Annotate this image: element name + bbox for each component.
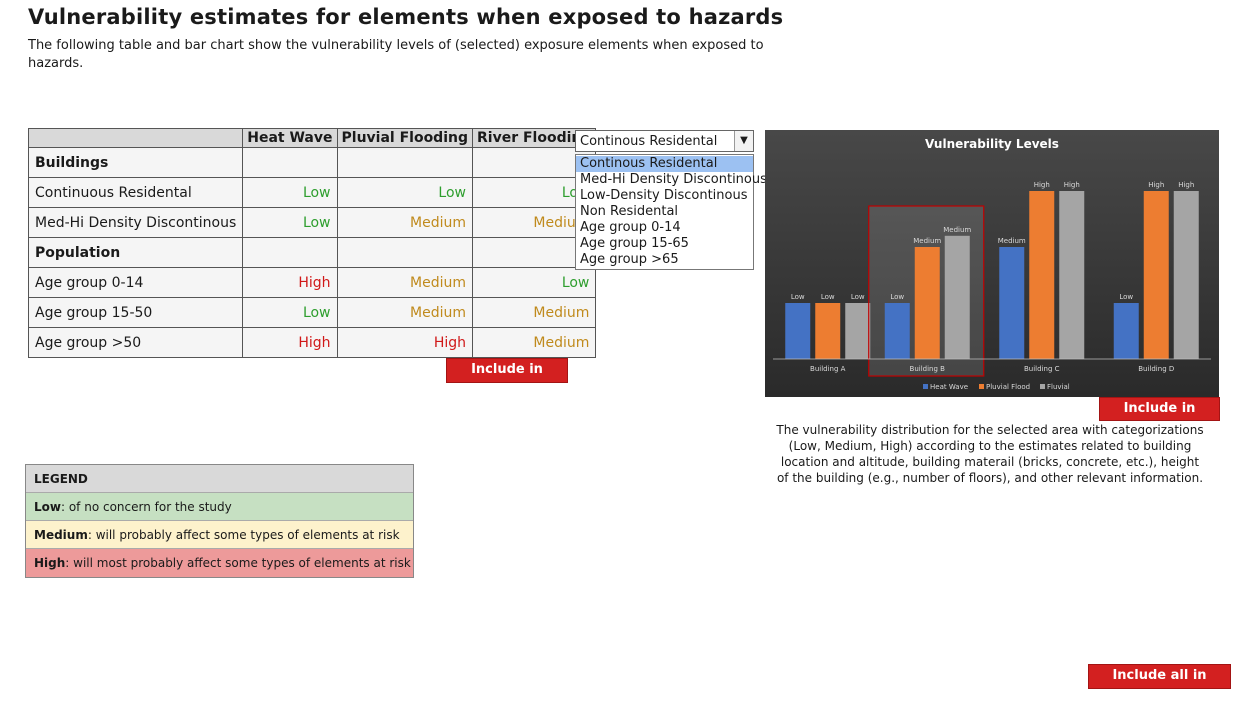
chart-title: Vulnerability Levels xyxy=(925,137,1059,151)
bar xyxy=(785,303,811,359)
bar xyxy=(815,303,841,359)
table-row: Age group 15-50 Low Medium Medium xyxy=(27,297,597,328)
bar xyxy=(1173,191,1199,359)
vulnerability-table: Heat Wave Pluvial Flooding River Floodin… xyxy=(27,128,597,358)
vulnerability-cell: Low xyxy=(471,267,597,298)
data-label: Low xyxy=(851,293,865,301)
legend-term-medium: Medium xyxy=(34,528,88,542)
vulnerability-cell: Low xyxy=(242,297,338,328)
row-label: Age group 0-14 xyxy=(27,267,244,298)
legend-text-low: : of no concern for the study xyxy=(60,500,232,514)
bar xyxy=(884,303,910,359)
category-label: Buildings xyxy=(27,147,244,178)
element-type-options: Continous Residental Med-Hi Density Disco… xyxy=(575,154,767,270)
vulnerability-cell: Low xyxy=(242,177,338,208)
data-label: Medium xyxy=(998,237,1026,245)
vulnerability-cell: Low xyxy=(242,207,338,238)
legend-swatch xyxy=(979,384,984,389)
vulnerability-cell xyxy=(242,147,338,178)
data-label: High xyxy=(1178,181,1194,189)
vulnerability-cell: Medium xyxy=(471,327,597,358)
bar xyxy=(1113,303,1139,359)
page-subtitle: The following table and bar chart show t… xyxy=(28,38,764,71)
vulnerability-cell: High xyxy=(242,327,338,358)
vulnerability-cell: High xyxy=(336,327,474,358)
legend-entry: Heat Wave xyxy=(930,383,968,391)
data-label: Low xyxy=(1119,293,1133,301)
dropdown-option[interactable]: Age group 15-65 xyxy=(576,236,753,252)
table-row: Age group 0-14 High Medium Low xyxy=(27,267,597,298)
dropdown-option[interactable]: Med-Hi Density Discontinous xyxy=(576,172,767,188)
element-type-select[interactable]: Continous Residental ▼ xyxy=(575,130,754,152)
data-label: High xyxy=(1064,181,1080,189)
category-label: Population xyxy=(27,237,244,268)
data-label: Low xyxy=(821,293,835,301)
legend-term-high: High xyxy=(34,556,66,570)
table-row: Continuous ResidentalLowLowLow xyxy=(27,177,597,208)
row-label: Age group >50 xyxy=(27,327,244,358)
vulnerability-cell: Medium xyxy=(471,297,597,328)
column-header-pluvial-flooding: Pluvial Flooding xyxy=(336,128,474,148)
column-header-heat-wave: Heat Wave xyxy=(242,128,338,148)
bar xyxy=(1059,191,1085,359)
legend-text-medium: : will probably affect some types of ele… xyxy=(87,528,400,542)
x-tick-label: Building B xyxy=(910,365,946,373)
legend-item-low: Low: of no concern for the study xyxy=(26,493,413,521)
dropdown-option[interactable]: Continous Residental xyxy=(576,156,753,172)
legend-text-high: : will most probably affect some types o… xyxy=(65,556,411,570)
legend-item-medium: Medium: will probably affect some types … xyxy=(26,521,413,549)
data-label: Medium xyxy=(943,226,971,234)
vulnerability-cell: High xyxy=(242,267,338,298)
vulnerability-cell xyxy=(336,147,474,178)
table-category-row: Population xyxy=(27,237,597,268)
vulnerability-cell: Medium xyxy=(336,297,474,328)
row-label: Age group 15-50 xyxy=(27,297,244,328)
data-label: Medium xyxy=(913,237,941,245)
table-include-in-report-button[interactable]: Include in Report xyxy=(446,358,568,399)
include-all-in-report-button[interactable]: Include all in Report xyxy=(1088,664,1231,705)
x-tick-label: Building C xyxy=(1024,365,1060,373)
chevron-down-icon[interactable]: ▼ xyxy=(734,131,753,151)
bar xyxy=(1029,191,1055,359)
dropdown-option[interactable]: Age group >65 xyxy=(576,252,753,268)
vulnerability-cell xyxy=(242,237,338,268)
data-label: High xyxy=(1034,181,1050,189)
legend-entry: Pluvial Flood xyxy=(986,383,1030,391)
vulnerability-cell: Medium xyxy=(336,207,474,238)
legend-entry: Fluvial xyxy=(1047,383,1070,391)
legend: LEGEND Low: of no concern for the study … xyxy=(25,464,414,578)
legend-header: LEGEND xyxy=(26,465,413,493)
vulnerability-cell xyxy=(336,237,474,268)
row-label: Med-Hi Density Discontinous xyxy=(27,207,244,238)
chart-include-in-report-button[interactable]: Include in Report xyxy=(1099,397,1220,438)
vulnerability-cell: Medium xyxy=(336,267,474,298)
row-label: Continuous Residental xyxy=(27,177,244,208)
bar xyxy=(845,303,871,359)
x-tick-label: Building A xyxy=(810,365,846,373)
vulnerability-cell: Low xyxy=(336,177,474,208)
dropdown-option[interactable]: Low-Density Discontinous xyxy=(576,188,753,204)
dropdown-option[interactable]: Non Residental xyxy=(576,204,753,220)
legend-term-low: Low xyxy=(34,500,61,514)
bar xyxy=(999,247,1025,359)
page-title: Vulnerability estimates for elements whe… xyxy=(28,5,784,29)
legend-item-high: High: will most probably affect some typ… xyxy=(26,549,413,577)
table-category-row: Buildings xyxy=(27,147,597,178)
data-label: High xyxy=(1148,181,1164,189)
x-tick-label: Building D xyxy=(1138,365,1174,373)
dropdown-option[interactable]: Age group 0-14 xyxy=(576,220,753,236)
bar xyxy=(1143,191,1169,359)
legend-swatch xyxy=(1040,384,1045,389)
chart-caption: The vulnerability distribution for the s… xyxy=(776,423,1204,485)
vulnerability-chart: Vulnerability Levels Low Low Low Building A… xyxy=(765,130,1219,397)
table-row: Age group >50 High High Medium xyxy=(27,327,597,358)
table-corner-header xyxy=(27,128,244,148)
legend-swatch xyxy=(923,384,928,389)
data-label: Low xyxy=(791,293,805,301)
bar xyxy=(944,235,970,359)
data-label: Low xyxy=(890,293,904,301)
element-type-select-value: Continous Residental xyxy=(580,134,718,149)
bar xyxy=(914,247,940,359)
table-row: Med-Hi Density Discontinous Low Medium Medi… xyxy=(27,207,597,238)
